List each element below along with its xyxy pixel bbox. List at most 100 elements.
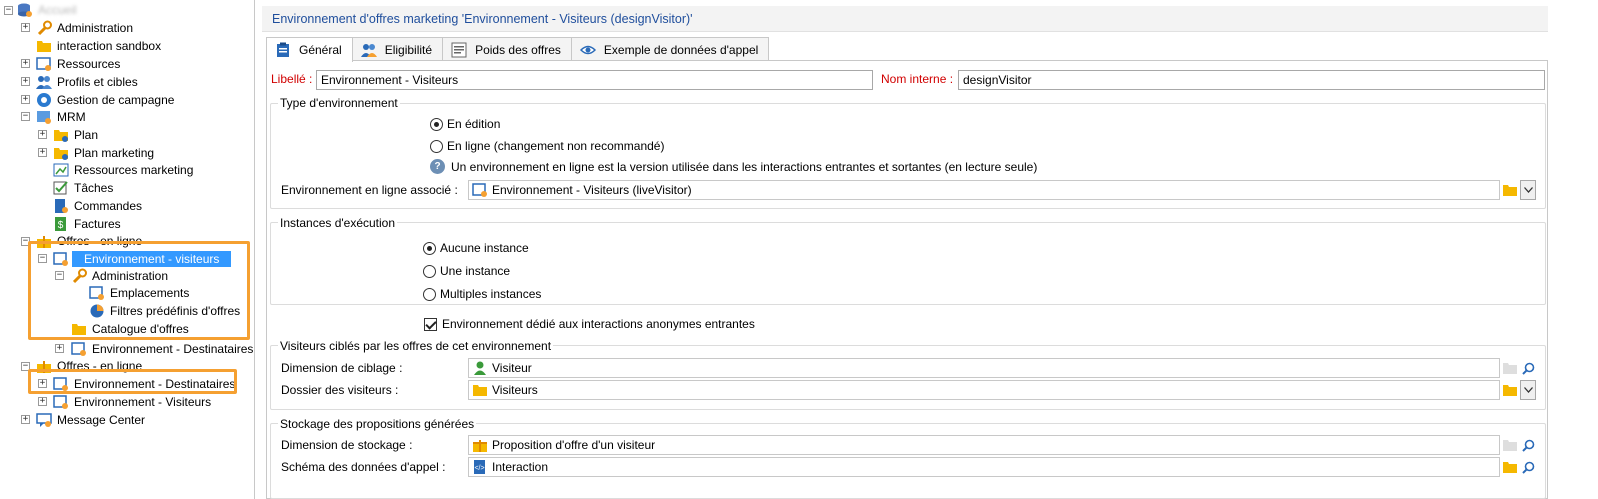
tree-item-profils[interactable]: Profils et cibles xyxy=(36,73,140,91)
tree-item-message-center[interactable]: Message Center xyxy=(36,411,147,429)
folder-icon xyxy=(72,324,86,335)
collapse-toggle[interactable]: − xyxy=(21,362,30,371)
chevron-down-icon[interactable] xyxy=(1520,180,1536,200)
expand-toggle[interactable]: + xyxy=(38,148,47,157)
tree-item-env-destinataires-1[interactable]: Environnement - Destinataires xyxy=(71,340,255,358)
radio-en-ligne[interactable]: En ligne (changement non recommandé) xyxy=(430,139,664,153)
expand-toggle[interactable]: + xyxy=(38,397,47,406)
anonymous-checkbox[interactable]: Environnement dédié aux interactions ano… xyxy=(424,317,755,331)
linked-env-field[interactable]: Environnement - Visiteurs (liveVisitor) xyxy=(468,180,1500,200)
schema-icon: </> xyxy=(474,460,485,474)
users-icon xyxy=(36,76,52,89)
tree-item-ressources[interactable]: Ressources xyxy=(36,55,122,73)
storage-dim-field[interactable]: Proposition d'offre d'un visiteur xyxy=(468,435,1500,455)
expand-toggle[interactable]: + xyxy=(21,415,30,424)
tree-root-label: Accueil xyxy=(38,3,77,17)
schema-field[interactable]: </> Interaction xyxy=(468,457,1500,477)
expand-toggle[interactable]: + xyxy=(21,77,30,86)
tree-item-filtres[interactable]: Filtres prédéfinis d'offres xyxy=(89,302,242,320)
tree-item-offres-en-ligne-2[interactable]: Offres - en ligne xyxy=(36,357,144,375)
tree-item-mrm[interactable]: MRM xyxy=(36,108,88,126)
tree-item-gestion-campagne[interactable]: Gestion de campagne xyxy=(36,91,176,109)
tree-root[interactable]: Accueil xyxy=(17,1,79,19)
targeting-dim-field[interactable]: Visiteur xyxy=(468,358,1500,378)
radio-aucune-instance[interactable]: Aucune instance xyxy=(423,241,529,255)
folder-icon xyxy=(54,148,68,160)
tab-eligibilite[interactable]: Eligibilité xyxy=(351,37,444,61)
folder-disabled-icon xyxy=(1502,360,1518,376)
tab-exemple-donnees[interactable]: Exemple de données d'appel xyxy=(570,37,770,61)
collapse-toggle[interactable]: − xyxy=(21,237,30,246)
folder-icon xyxy=(54,130,68,142)
storage-dim-caption: Dimension de stockage : xyxy=(281,438,413,452)
internal-name-caption: Nom interne : xyxy=(881,72,954,86)
message-center-icon xyxy=(36,413,52,427)
person-icon xyxy=(474,361,486,375)
page-title: Environnement d'offres marketing 'Enviro… xyxy=(262,6,1548,32)
gift-icon xyxy=(37,361,51,373)
expand-toggle[interactable]: + xyxy=(55,344,64,353)
internal-name-input[interactable]: designVisitor xyxy=(958,70,1545,90)
visitors-folder-field[interactable]: Visiteurs xyxy=(468,380,1500,400)
tree-item-env-destinataires-2[interactable]: Environnement - Destinataires xyxy=(53,375,237,393)
database-icon xyxy=(18,3,32,17)
tree-item-plan[interactable]: Plan xyxy=(53,126,100,144)
search-icon[interactable] xyxy=(1520,360,1536,376)
users-icon xyxy=(360,43,377,57)
expand-toggle[interactable]: + xyxy=(38,130,47,139)
visitors-title: Visiteurs ciblés par les offres de cet e… xyxy=(278,339,554,353)
tree-item-emplacements[interactable]: Emplacements xyxy=(89,284,191,302)
weight-list-icon xyxy=(451,42,467,57)
gift-icon xyxy=(473,440,487,452)
label-input[interactable]: Environnement - Visiteurs xyxy=(316,70,873,90)
tree-item-commandes[interactable]: Commandes xyxy=(53,197,144,215)
tab-poids-offres[interactable]: Poids des offres xyxy=(442,37,572,61)
linked-env-caption: Environnement en ligne associé : xyxy=(281,183,458,197)
checkbox-box xyxy=(424,317,437,331)
expand-toggle[interactable]: + xyxy=(21,59,30,68)
expand-toggle[interactable]: + xyxy=(21,95,30,104)
tree-item-env-administration[interactable]: Administration xyxy=(71,267,170,285)
chevron-down-icon[interactable] xyxy=(1520,380,1536,400)
tree-item-taches[interactable]: Tâches xyxy=(53,179,115,197)
tab-bar: Général Eligibilité Poids des offres Exe… xyxy=(266,37,770,62)
info-icon: ? xyxy=(430,159,445,174)
expand-toggle[interactable]: + xyxy=(38,379,47,388)
collapse-toggle[interactable]: − xyxy=(55,271,64,280)
radio-une-instance[interactable]: Une instance xyxy=(423,264,510,278)
tree-item-catalogue[interactable]: Catalogue d'offres xyxy=(71,320,191,338)
checklist-icon xyxy=(53,181,68,195)
collapse-toggle[interactable]: − xyxy=(4,6,13,15)
env-type-title: Type d'environnement xyxy=(278,96,400,110)
env-type-info: ? Un environnement en ligne est la versi… xyxy=(430,159,1037,174)
radio-dot xyxy=(423,287,436,301)
collapse-toggle[interactable]: − xyxy=(38,254,47,263)
search-icon[interactable] xyxy=(1520,437,1536,453)
instances-title: Instances d'exécution xyxy=(278,216,398,230)
tree-item-env-visiteurs-2[interactable]: Environnement - Visiteurs xyxy=(53,393,213,411)
expand-toggle[interactable]: + xyxy=(21,23,30,32)
radio-dot xyxy=(423,264,436,278)
folder-icon[interactable] xyxy=(1502,459,1518,475)
radio-en-edition[interactable]: En édition xyxy=(430,117,500,131)
search-icon[interactable] xyxy=(1520,459,1536,475)
radio-multiples-instances[interactable]: Multiples instances xyxy=(423,287,541,301)
radio-dot xyxy=(430,139,443,153)
tree-item-plan-marketing[interactable]: Plan marketing xyxy=(53,144,156,162)
tree-item-env-visiteurs-selected[interactable]: Environnement - visiteurs xyxy=(53,250,232,268)
folder-icon[interactable] xyxy=(1502,182,1518,198)
collapse-toggle[interactable]: − xyxy=(21,112,30,121)
radio-dot xyxy=(430,117,443,131)
tree-item-interaction-sandbox[interactable]: interaction sandbox xyxy=(36,37,163,55)
eye-icon xyxy=(579,45,596,54)
tree-item-administration[interactable]: Administration xyxy=(36,19,135,37)
placement-icon xyxy=(89,286,104,300)
gift-icon xyxy=(37,236,51,248)
tree-item-factures[interactable]: $ Factures xyxy=(53,215,123,233)
svg-text:</>: </> xyxy=(474,465,484,472)
tree-item-ressources-marketing[interactable]: Ressources marketing xyxy=(53,161,195,179)
tree-item-offres-en-ligne[interactable]: Offres - en ligne xyxy=(36,232,144,250)
tab-general[interactable]: Général xyxy=(266,37,353,62)
folder-icon[interactable] xyxy=(1502,382,1518,398)
detail-panel: Environnement d'offres marketing 'Enviro… xyxy=(258,0,1598,499)
